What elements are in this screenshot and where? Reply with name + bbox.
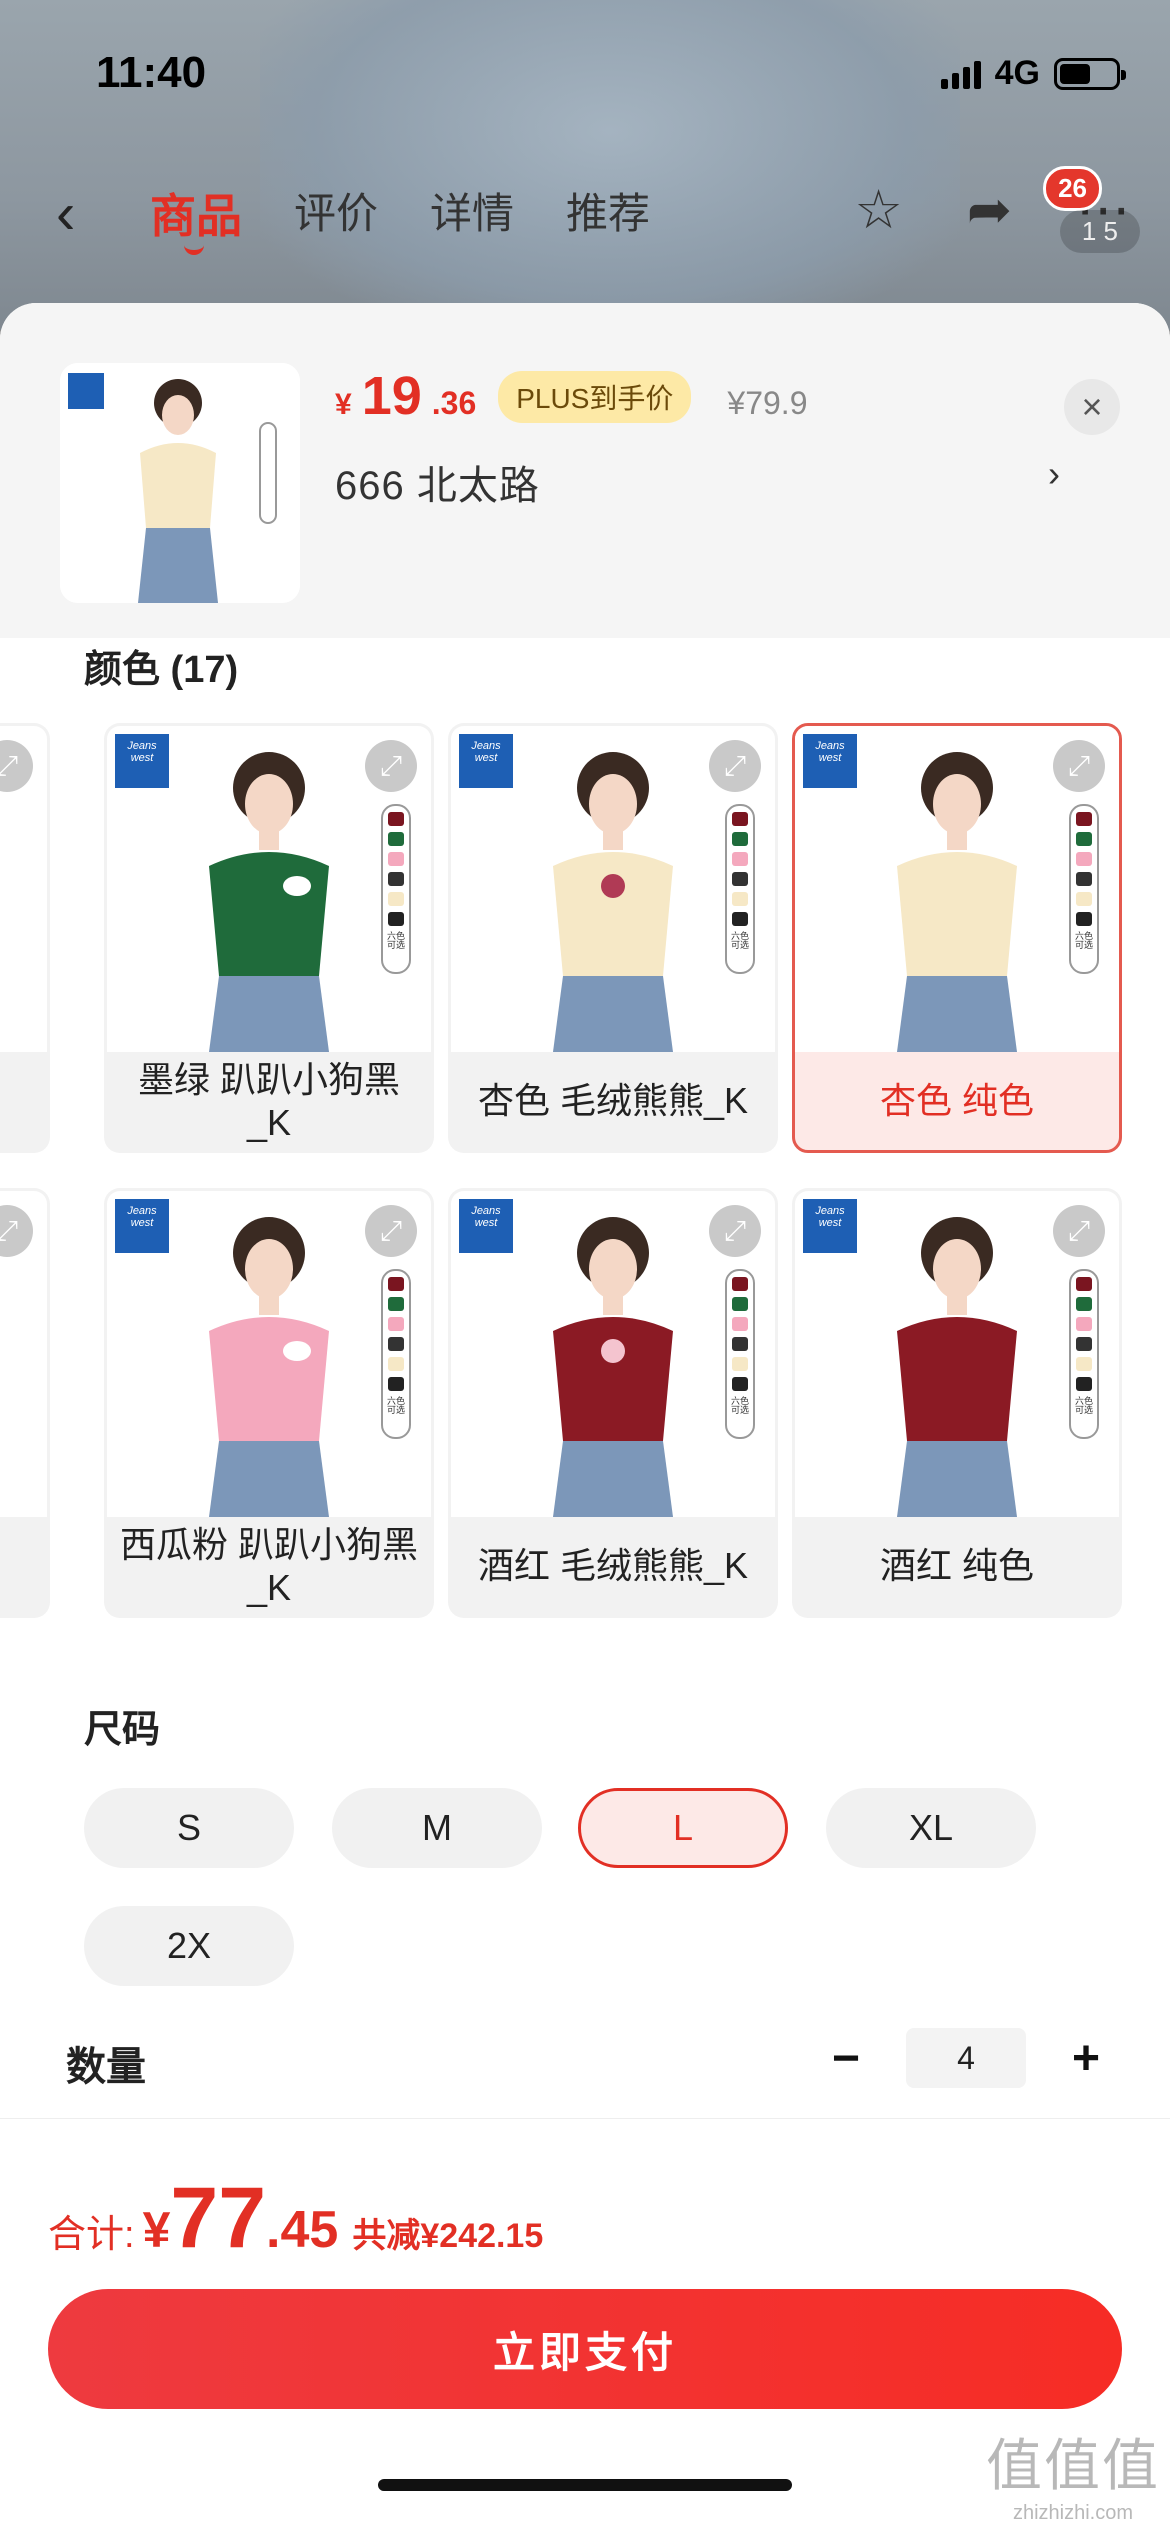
brand-logo: Jeans west <box>459 1199 513 1253</box>
product-photo <box>553 752 673 1052</box>
color-option[interactable]: Jeans west ⤢ 六色 可选 酒红 纯色 <box>792 1188 1122 1618</box>
watermark: 值值值 zhizhizhi.com <box>986 2421 1160 2525</box>
color-option-label: 墨绿 趴趴小狗黑_K <box>137 1058 400 1143</box>
color-option[interactable]: Jeans west ⤢ 六色 可选 酒红 毛绒熊熊_K <box>448 1188 778 1618</box>
signal-icon <box>940 59 981 89</box>
color-swatch-strip: 六色 可选 <box>725 804 755 974</box>
store-address[interactable]: 666 北太路 <box>335 453 540 511</box>
brand-logo: Jeans west <box>803 1199 857 1253</box>
expand-icon[interactable]: ⤢ <box>709 740 761 792</box>
size-section-title: 尺码 <box>84 1709 161 1751</box>
plus-icon[interactable]: + <box>1066 2031 1106 2086</box>
color-option-label: 杏色 毛绒熊熊_K <box>477 1080 749 1122</box>
size-option-m[interactable]: M <box>332 1788 542 1868</box>
total-price: 合计: ¥ 77 .45 共减¥242.15 <box>48 2169 543 2268</box>
color-option[interactable]: Jeans west ⤢ 六色 可选 墨绿 趴趴小狗黑_K <box>104 723 434 1153</box>
minus-icon[interactable]: − <box>826 2031 866 2086</box>
tab-recommend[interactable]: 推荐 <box>566 180 650 246</box>
color-option-label: 酒红 毛绒熊熊_K <box>477 1545 749 1587</box>
product-photo <box>209 752 329 1052</box>
sheet-header: ¥ 19 .36 PLUS到手价 ¥79.9 666 北太路 › × <box>0 303 1170 638</box>
share-icon[interactable]: ➦ <box>967 178 1012 241</box>
size-option-s[interactable]: S <box>84 1788 294 1868</box>
expand-icon[interactable]: ⤢ <box>1053 740 1105 792</box>
expand-icon[interactable]: ⤢ <box>365 1205 417 1257</box>
back-icon[interactable]: ‹ <box>56 180 75 247</box>
quantity-label: 数量 <box>66 2045 146 2089</box>
discount-amount: 共减¥242.15 <box>352 2217 544 2255</box>
expand-icon[interactable]: ⤢ <box>1053 1205 1105 1257</box>
tab-reviews[interactable]: 评价 <box>294 180 378 246</box>
color-option-label: 杏色 纯色 <box>879 1080 1034 1122</box>
quantity-input[interactable]: 4 <box>906 2028 1026 2088</box>
color-option-label: 西瓜粉 趴趴小狗黑_K <box>119 1523 418 1608</box>
star-icon[interactable]: ☆ <box>854 178 902 241</box>
home-indicator[interactable] <box>378 2479 792 2491</box>
color-swatch-strip: 六色 可选 <box>1069 804 1099 974</box>
price-decimal: .36 <box>431 385 477 421</box>
original-price: ¥79.9 <box>727 385 808 421</box>
expand-icon[interactable]: ⤢ <box>0 740 33 792</box>
quantity-row: 数量 − 4 + <box>66 2028 1106 2098</box>
watermark-url: zhizhizhi.com <box>1012 2502 1134 2524</box>
price-integer: 19 <box>361 366 422 426</box>
color-option-selected[interactable]: Jeans west ⤢ 六色 可选 杏色 纯色 <box>792 723 1122 1153</box>
color-option-partial[interactable]: ⤢ <box>0 723 50 1153</box>
quantity-stepper: − 4 + <box>826 2028 1106 2088</box>
network-label: 4G <box>994 54 1040 92</box>
color-section-title: 颜色 (17) <box>84 649 239 691</box>
total-symbol: ¥ <box>142 2202 171 2258</box>
checkout-footer: 合计: ¥ 77 .45 共减¥242.15 立即支付 值值值 zhizhizh… <box>0 2118 1170 2532</box>
total-decimal: .45 <box>266 2201 339 2259</box>
expand-icon[interactable]: ⤢ <box>709 1205 761 1257</box>
tab-product[interactable]: 商品 <box>150 180 242 255</box>
image-pager: 1 5 <box>1059 210 1140 253</box>
watermark-logo: 值值值 <box>986 2434 1160 2497</box>
pay-now-button[interactable]: 立即支付 <box>48 2289 1122 2409</box>
expand-icon[interactable]: ⤢ <box>0 1205 33 1257</box>
total-label: 合计: <box>48 2214 135 2256</box>
product-photo <box>897 752 1017 1052</box>
product-photo <box>209 1217 329 1517</box>
brand-logo: Jeans west <box>803 734 857 788</box>
size-option-l[interactable]: L <box>578 1788 788 1868</box>
color-swatch-strip: 六色 可选 <box>725 1269 755 1439</box>
color-option[interactable]: Jeans west ⤢ 六色 可选 西瓜粉 趴趴小狗黑_K <box>104 1188 434 1618</box>
color-option[interactable]: Jeans west ⤢ 六色 可选 杏色 毛绒熊熊_K <box>448 723 778 1153</box>
plus-price-tag: PLUS到手价 <box>498 371 692 423</box>
color-option-partial[interactable]: ⤢ <box>0 1188 50 1618</box>
status-time: 11:40 <box>96 48 207 97</box>
brand-logo: Jeans west <box>115 1199 169 1253</box>
product-thumbnail[interactable] <box>60 363 300 603</box>
product-photo <box>553 1217 673 1517</box>
brand-logo: Jeans west <box>115 734 169 788</box>
top-nav-bar: ‹ 商品 评价 详情 推荐 ☆ ➦ ⋯ 26 1 5 <box>0 166 1170 270</box>
total-integer: 77 <box>170 2170 267 2266</box>
color-swatch-strip: 六色 可选 <box>381 1269 411 1439</box>
nav-tabs: 商品 评价 详情 推荐 <box>150 180 650 255</box>
price-row: ¥ 19 .36 PLUS到手价 ¥79.9 <box>335 365 807 429</box>
tab-details[interactable]: 详情 <box>430 180 514 246</box>
status-bar: 11:40 4G <box>0 40 1170 110</box>
size-option-xl[interactable]: XL <box>826 1788 1036 1868</box>
notification-badge: 26 <box>1043 166 1102 211</box>
color-swatch-strip: 六色 可选 <box>381 804 411 974</box>
battery-icon <box>1054 57 1126 90</box>
brand-logo: Jeans west <box>459 734 513 788</box>
chevron-right-icon[interactable]: › <box>1048 453 1060 495</box>
size-option-2x[interactable]: 2X <box>84 1906 294 1986</box>
price-symbol: ¥ <box>335 388 352 421</box>
product-photo <box>897 1217 1017 1517</box>
expand-icon[interactable]: ⤢ <box>365 740 417 792</box>
close-icon[interactable]: × <box>1064 379 1120 435</box>
color-option-label: 酒红 纯色 <box>879 1545 1034 1587</box>
color-swatch-strip: 六色 可选 <box>1069 1269 1099 1439</box>
